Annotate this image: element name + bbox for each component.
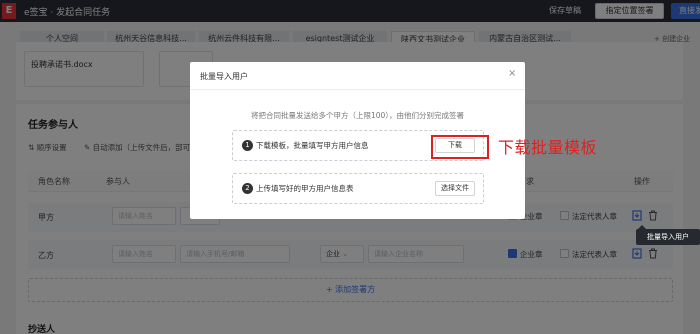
close-icon[interactable]: × [508, 69, 516, 79]
tooltip: 批量导入用户 [636, 229, 700, 245]
choose-file-button[interactable]: 选择文件 [435, 181, 475, 196]
modal-title: 批量导入用户 [200, 72, 248, 81]
modal-divider [190, 89, 525, 90]
step-text: 下载模板，批量填写甲方用户信息 [256, 141, 369, 150]
modal-description: 将把合同批量发送给多个甲方（上限100），由他们分别完成签署 [250, 111, 465, 120]
step-number: 1 [242, 140, 253, 151]
step-text: 上传填写好的甲方用户信息表 [256, 184, 354, 193]
step-upload-file: 2 上传填写好的甲方用户信息表 选择文件 [232, 173, 484, 204]
step-number: 2 [242, 183, 253, 194]
annotation-highlight-box [431, 135, 489, 159]
annotation-text: 下载批量模板 [498, 138, 598, 157]
